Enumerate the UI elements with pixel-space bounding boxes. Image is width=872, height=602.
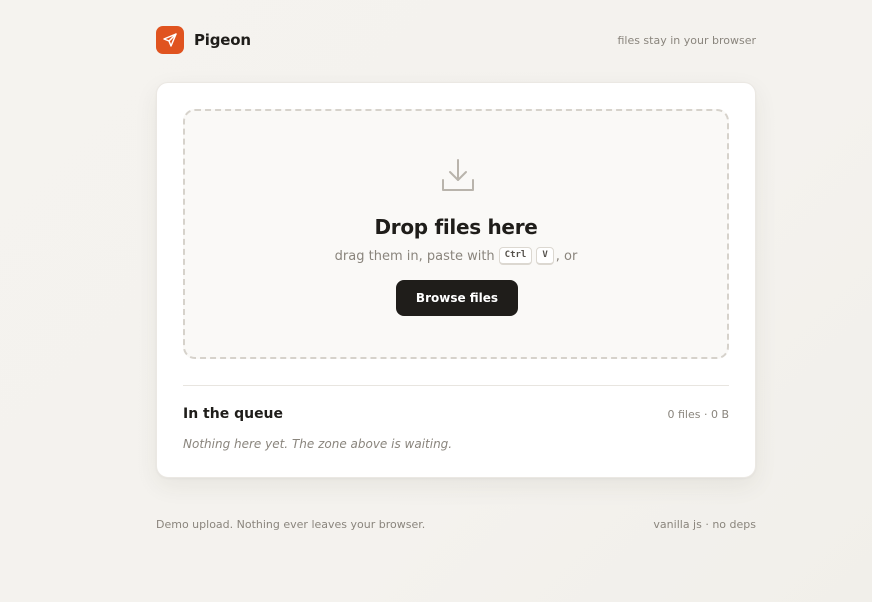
footer-tech: vanilla js · no deps [653,518,756,531]
queue-empty-message: Nothing here yet. The zone above is wait… [183,437,453,451]
brand-name: Pigeon [194,31,251,49]
browse-files-button[interactable]: Browse files [396,280,518,316]
upload-card: Drop files here drag them in, paste with… [156,82,756,478]
drop-zone[interactable]: Drop files here drag them in, paste with… [183,109,729,359]
footer-note: Demo upload. Nothing ever leaves your br… [156,518,426,531]
queue-count: 0 files · 0 B [667,408,729,421]
header: Pigeon files stay in your browser [156,26,756,54]
drop-zone-title: Drop files here [374,215,538,239]
download-tray-icon [442,159,474,191]
subtitle-prefix: drag them in, paste with [334,248,495,264]
page: Pigeon files stay in your browser Drop f… [0,0,872,602]
subtitle-suffix: , or [555,248,578,264]
queue-title: In the queue [183,406,284,422]
brand: Pigeon [156,26,251,54]
divider [183,385,729,386]
key-v: V [536,247,554,265]
tagline: files stay in your browser [617,33,756,47]
key-ctrl: Ctrl [498,247,533,265]
footer: Demo upload. Nothing ever leaves your br… [156,518,756,531]
drop-zone-subtitle: drag them in, paste with Ctrl V , or [185,247,727,265]
paper-plane-icon [156,26,184,54]
